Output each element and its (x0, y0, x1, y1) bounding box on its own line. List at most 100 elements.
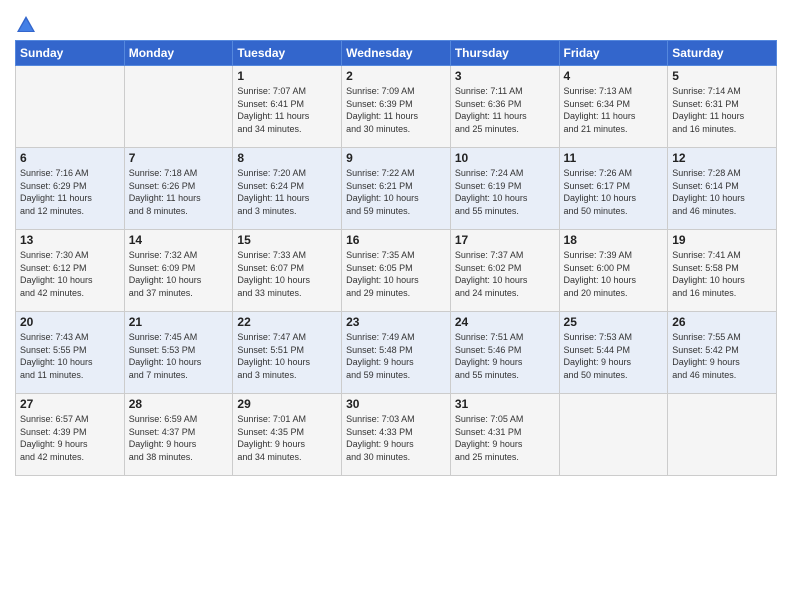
day-number: 17 (455, 233, 555, 247)
day-info: Sunrise: 7:45 AM Sunset: 5:53 PM Dayligh… (129, 331, 229, 381)
day-info: Sunrise: 7:49 AM Sunset: 5:48 PM Dayligh… (346, 331, 446, 381)
logo (15, 14, 40, 36)
day-number: 7 (129, 151, 229, 165)
calendar-cell: 21 Sunrise: 7:45 AM Sunset: 5:53 PM Dayli… (124, 312, 233, 394)
calendar-cell: 17 Sunrise: 7:37 AM Sunset: 6:02 PM Dayli… (450, 230, 559, 312)
day-info: Sunrise: 7:43 AM Sunset: 5:55 PM Dayligh… (20, 331, 120, 381)
day-info: Sunrise: 7:30 AM Sunset: 6:12 PM Dayligh… (20, 249, 120, 299)
day-number: 28 (129, 397, 229, 411)
day-info: Sunrise: 7:09 AM Sunset: 6:39 PM Dayligh… (346, 85, 446, 135)
day-info: Sunrise: 7:22 AM Sunset: 6:21 PM Dayligh… (346, 167, 446, 217)
day-number: 18 (564, 233, 664, 247)
day-info: Sunrise: 7:14 AM Sunset: 6:31 PM Dayligh… (672, 85, 772, 135)
day-number: 16 (346, 233, 446, 247)
day-number: 4 (564, 69, 664, 83)
day-number: 29 (237, 397, 337, 411)
calendar-table: SundayMondayTuesdayWednesdayThursdayFrid… (15, 40, 777, 476)
calendar-cell: 16 Sunrise: 7:35 AM Sunset: 6:05 PM Dayli… (342, 230, 451, 312)
weekday-header-row: SundayMondayTuesdayWednesdayThursdayFrid… (16, 41, 777, 66)
weekday-header-monday: Monday (124, 41, 233, 66)
calendar-cell: 2 Sunrise: 7:09 AM Sunset: 6:39 PM Daylig… (342, 66, 451, 148)
calendar-cell: 25 Sunrise: 7:53 AM Sunset: 5:44 PM Dayli… (559, 312, 668, 394)
calendar-cell: 4Sunrise: 7:13 AM Sunset: 6:34 PM Daylig… (559, 66, 668, 148)
day-info: Sunrise: 7:01 AM Sunset: 4:35 PM Dayligh… (237, 413, 337, 463)
calendar-cell: 13 Sunrise: 7:30 AM Sunset: 6:12 PM Dayli… (16, 230, 125, 312)
day-info: Sunrise: 7:51 AM Sunset: 5:46 PM Dayligh… (455, 331, 555, 381)
weekday-header-saturday: Saturday (668, 41, 777, 66)
day-number: 21 (129, 315, 229, 329)
day-info: Sunrise: 7:32 AM Sunset: 6:09 PM Dayligh… (129, 249, 229, 299)
calendar-cell: 10Sunrise: 7:24 AM Sunset: 6:19 PM Dayli… (450, 148, 559, 230)
calendar-cell (559, 394, 668, 476)
day-info: Sunrise: 7:28 AM Sunset: 6:14 PM Dayligh… (672, 167, 772, 217)
day-number: 20 (20, 315, 120, 329)
calendar-cell: 26 Sunrise: 7:55 AM Sunset: 5:42 PM Dayli… (668, 312, 777, 394)
day-number: 23 (346, 315, 446, 329)
calendar-cell: 11 Sunrise: 7:26 AM Sunset: 6:17 PM Dayli… (559, 148, 668, 230)
day-number: 13 (20, 233, 120, 247)
calendar-cell (124, 66, 233, 148)
calendar-cell: 18Sunrise: 7:39 AM Sunset: 6:00 PM Dayli… (559, 230, 668, 312)
day-number: 11 (564, 151, 664, 165)
day-info: Sunrise: 7:55 AM Sunset: 5:42 PM Dayligh… (672, 331, 772, 381)
day-number: 10 (455, 151, 555, 165)
day-number: 30 (346, 397, 446, 411)
calendar-cell: 27 Sunrise: 6:57 AM Sunset: 4:39 PM Dayli… (16, 394, 125, 476)
header (15, 10, 777, 36)
calendar-cell: 9 Sunrise: 7:22 AM Sunset: 6:21 PM Daylig… (342, 148, 451, 230)
day-info: Sunrise: 7:37 AM Sunset: 6:02 PM Dayligh… (455, 249, 555, 299)
calendar-week-row: 1Sunrise: 7:07 AM Sunset: 6:41 PM Daylig… (16, 66, 777, 148)
calendar-cell: 3Sunrise: 7:11 AM Sunset: 6:36 PM Daylig… (450, 66, 559, 148)
day-number: 5 (672, 69, 772, 83)
day-info: Sunrise: 7:11 AM Sunset: 6:36 PM Dayligh… (455, 85, 555, 135)
calendar-cell: 28 Sunrise: 6:59 AM Sunset: 4:37 PM Dayli… (124, 394, 233, 476)
weekday-header-thursday: Thursday (450, 41, 559, 66)
calendar-week-row: 27 Sunrise: 6:57 AM Sunset: 4:39 PM Dayli… (16, 394, 777, 476)
day-number: 24 (455, 315, 555, 329)
day-info: Sunrise: 7:53 AM Sunset: 5:44 PM Dayligh… (564, 331, 664, 381)
day-info: Sunrise: 7:05 AM Sunset: 4:31 PM Dayligh… (455, 413, 555, 463)
day-number: 26 (672, 315, 772, 329)
day-number: 22 (237, 315, 337, 329)
weekday-header-tuesday: Tuesday (233, 41, 342, 66)
calendar-cell: 20 Sunrise: 7:43 AM Sunset: 5:55 PM Dayli… (16, 312, 125, 394)
day-number: 2 (346, 69, 446, 83)
day-number: 31 (455, 397, 555, 411)
day-info: Sunrise: 6:59 AM Sunset: 4:37 PM Dayligh… (129, 413, 229, 463)
calendar-cell: 8 Sunrise: 7:20 AM Sunset: 6:24 PM Daylig… (233, 148, 342, 230)
day-number: 14 (129, 233, 229, 247)
day-info: Sunrise: 7:20 AM Sunset: 6:24 PM Dayligh… (237, 167, 337, 217)
calendar-cell: 7 Sunrise: 7:18 AM Sunset: 6:26 PM Daylig… (124, 148, 233, 230)
day-number: 25 (564, 315, 664, 329)
weekday-header-friday: Friday (559, 41, 668, 66)
calendar-week-row: 6 Sunrise: 7:16 AM Sunset: 6:29 PM Daylig… (16, 148, 777, 230)
day-info: Sunrise: 7:03 AM Sunset: 4:33 PM Dayligh… (346, 413, 446, 463)
day-number: 6 (20, 151, 120, 165)
calendar-cell: 23 Sunrise: 7:49 AM Sunset: 5:48 PM Dayli… (342, 312, 451, 394)
day-info: Sunrise: 7:18 AM Sunset: 6:26 PM Dayligh… (129, 167, 229, 217)
day-info: Sunrise: 7:26 AM Sunset: 6:17 PM Dayligh… (564, 167, 664, 217)
day-number: 15 (237, 233, 337, 247)
day-info: Sunrise: 7:35 AM Sunset: 6:05 PM Dayligh… (346, 249, 446, 299)
day-info: Sunrise: 6:57 AM Sunset: 4:39 PM Dayligh… (20, 413, 120, 463)
calendar-cell: 24 Sunrise: 7:51 AM Sunset: 5:46 PM Dayli… (450, 312, 559, 394)
calendar-cell: 29 Sunrise: 7:01 AM Sunset: 4:35 PM Dayli… (233, 394, 342, 476)
day-info: Sunrise: 7:07 AM Sunset: 6:41 PM Dayligh… (237, 85, 337, 135)
day-number: 19 (672, 233, 772, 247)
weekday-header-sunday: Sunday (16, 41, 125, 66)
calendar-week-row: 20 Sunrise: 7:43 AM Sunset: 5:55 PM Dayli… (16, 312, 777, 394)
day-number: 8 (237, 151, 337, 165)
calendar-cell (668, 394, 777, 476)
logo-icon (15, 14, 37, 36)
calendar-cell: 5 Sunrise: 7:14 AM Sunset: 6:31 PM Daylig… (668, 66, 777, 148)
calendar-cell: 6 Sunrise: 7:16 AM Sunset: 6:29 PM Daylig… (16, 148, 125, 230)
day-info: Sunrise: 7:16 AM Sunset: 6:29 PM Dayligh… (20, 167, 120, 217)
calendar-cell: 15Sunrise: 7:33 AM Sunset: 6:07 PM Dayli… (233, 230, 342, 312)
day-info: Sunrise: 7:41 AM Sunset: 5:58 PM Dayligh… (672, 249, 772, 299)
day-info: Sunrise: 7:47 AM Sunset: 5:51 PM Dayligh… (237, 331, 337, 381)
day-number: 9 (346, 151, 446, 165)
calendar-cell: 14 Sunrise: 7:32 AM Sunset: 6:09 PM Dayli… (124, 230, 233, 312)
calendar-cell: 19 Sunrise: 7:41 AM Sunset: 5:58 PM Dayli… (668, 230, 777, 312)
day-number: 27 (20, 397, 120, 411)
day-number: 12 (672, 151, 772, 165)
